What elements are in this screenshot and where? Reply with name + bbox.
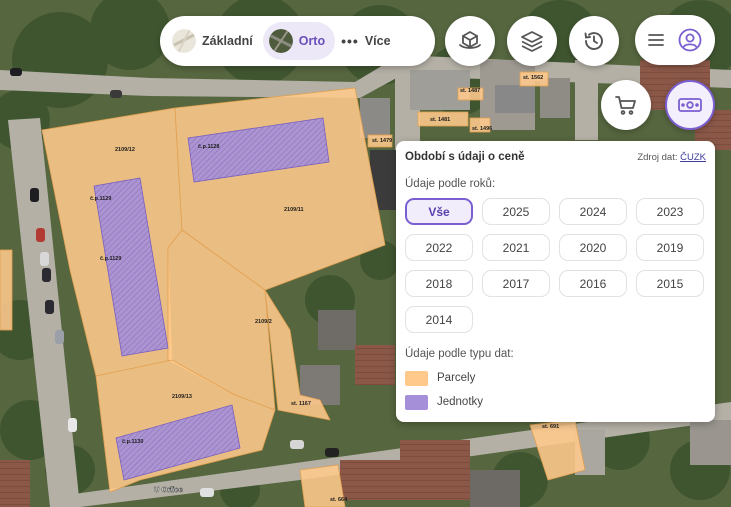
orto-thumbnail-icon (268, 29, 293, 53)
basemap-more-label: Více (364, 34, 391, 48)
more-dots-icon: ••• (341, 33, 359, 49)
data-source: Zdroj dat: ČUZK (637, 152, 706, 163)
user-avatar-icon (678, 28, 702, 52)
map-label: č.p.1129 (90, 196, 111, 202)
years-section-label: Údaje podle roků: (405, 178, 496, 190)
map-label: č.p.1128 (198, 144, 219, 150)
year-filter-grid: Vše 2025 2024 2023 2022 2021 2020 2019 2… (405, 198, 706, 333)
banknote-icon (678, 98, 702, 112)
legend-units[interactable]: Jednotky (405, 390, 706, 414)
basemap-orto-label: Orto (298, 34, 326, 48)
year-2023-button[interactable]: 2023 (636, 198, 704, 225)
rotate-map-button[interactable] (445, 16, 495, 66)
map-label: st. 1487 (460, 88, 480, 94)
parcels-swatch (405, 370, 428, 386)
legend-units-label: Jednotky (437, 396, 484, 408)
map-label: 2109/13 (172, 394, 192, 400)
year-2015-button[interactable]: 2015 (636, 270, 704, 297)
map-label: st. 1479 (372, 138, 392, 144)
map-label: st. 1496 (472, 126, 492, 132)
basemap-zakladni-label: Základní (202, 34, 253, 48)
data-source-prefix: Zdroj dat: (637, 151, 678, 163)
layers-button[interactable] (507, 16, 557, 66)
user-menu-button[interactable] (635, 15, 715, 65)
price-period-panel: Období s údaji o ceně Zdroj dat: ČUZK Úd… (396, 141, 715, 422)
basemap-zakladni-button[interactable]: Základní (166, 22, 263, 60)
units-swatch (405, 394, 428, 410)
map-label: č.p.1130 (122, 439, 143, 445)
map-label: 2109/12 (115, 147, 135, 153)
map-label: st. 691 (542, 424, 559, 430)
history-button[interactable] (569, 16, 619, 66)
year-2021-button[interactable]: 2021 (482, 234, 550, 261)
year-2019-button[interactable]: 2019 (636, 234, 704, 261)
types-section-label: Údaje podle typu dat: (405, 348, 514, 360)
legend-parcels-label: Parcely (437, 372, 476, 384)
basemap-more-button[interactable]: ••• Více (335, 22, 400, 60)
year-2025-button[interactable]: 2025 (482, 198, 550, 225)
year-2016-button[interactable]: 2016 (559, 270, 627, 297)
data-source-link[interactable]: ČUZK (680, 152, 706, 163)
street-label: U Orlice (154, 485, 183, 494)
map-label: 2109/11 (284, 207, 304, 213)
year-2022-button[interactable]: 2022 (405, 234, 473, 261)
map-label: č.p.1129 (100, 256, 121, 262)
rotate-3d-icon (459, 31, 481, 49)
year-2014-button[interactable]: 2014 (405, 306, 473, 333)
layers-icon (521, 31, 543, 52)
map-label: 2109/2 (255, 319, 272, 325)
map-label: st. 1562 (523, 75, 543, 81)
hamburger-menu-icon (648, 34, 664, 46)
cart-button[interactable] (601, 80, 651, 130)
year-2017-button[interactable]: 2017 (482, 270, 550, 297)
basemap-switcher: Základní Orto ••• Více (160, 16, 435, 66)
zakladni-thumbnail-icon (172, 29, 196, 53)
parcel-strip-left[interactable] (0, 249, 13, 331)
map-label: st. 664 (330, 497, 348, 503)
year-2024-button[interactable]: 2024 (559, 198, 627, 225)
cart-icon (615, 96, 636, 115)
year-all-button[interactable]: Vše (405, 198, 473, 225)
map-label: st. 1167 (291, 401, 311, 407)
legend-parcels[interactable]: Parcely (405, 366, 706, 390)
year-2018-button[interactable]: 2018 (405, 270, 473, 297)
price-data-button[interactable] (665, 80, 715, 130)
data-type-legend: Parcely Jednotky (405, 366, 706, 414)
history-clock-icon (584, 32, 603, 50)
basemap-orto-button[interactable]: Orto (262, 22, 336, 60)
map-label: st. 1481 (430, 117, 450, 123)
year-2020-button[interactable]: 2020 (559, 234, 627, 261)
panel-title: Období s údaji o ceně (405, 151, 525, 163)
